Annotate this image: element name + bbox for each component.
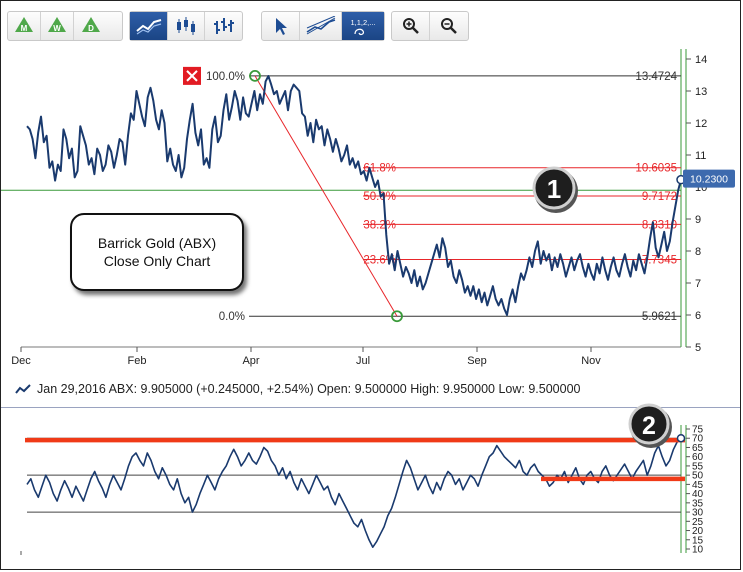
zoom-out-icon [441, 18, 457, 34]
line-chart-button[interactable] [130, 12, 168, 40]
candlestick-icon [177, 17, 195, 35]
badge-1-label: 1 [547, 174, 561, 204]
weekly-icon: W [48, 17, 66, 33]
line-chart-icon [135, 19, 161, 35]
chart-window: M W D 1,1,2,... 5 6 7 8 9 10 11 12 13 14… [0, 0, 741, 570]
drawing-tools-group: 1,1,2,... [261, 11, 385, 41]
candlestick-button[interactable] [168, 12, 205, 40]
daily-button[interactable]: D [74, 12, 107, 40]
x-tick-label: Dec [11, 355, 31, 367]
oscillator-chart[interactable]: 1015202530354045505560657075 2 [1, 401, 741, 570]
daily-icon: D [81, 17, 100, 33]
zoom-in-icon [402, 18, 419, 34]
zoom-in-button[interactable] [392, 12, 430, 40]
callout-line2: Close Only Chart [103, 253, 211, 269]
fibonacci-tool-button[interactable]: 1,1,2,... [342, 12, 384, 40]
x-tick-label: Jul [356, 355, 370, 367]
x-tick-label: Sep [467, 355, 487, 367]
zoom-group [391, 11, 469, 41]
monthly-icon: M [15, 17, 33, 33]
weekly-button[interactable]: W [41, 12, 74, 40]
fib-level-label: 0.0% [219, 311, 245, 323]
x-tick-label: Nov [581, 355, 601, 367]
y-tick-label: 14 [695, 54, 707, 66]
ohlc-bars-icon [213, 18, 234, 34]
delete-icon[interactable] [183, 66, 201, 85]
sub-y-tick-label: 75 [692, 425, 704, 436]
y-tick-label: 12 [695, 118, 707, 130]
fib-value-label: 13.4724 [635, 71, 677, 83]
price-chart[interactable]: 567891011121314Dec Feb Apr Jul Sep Nov 100.0%… [1, 45, 741, 377]
oscillator-last-marker [676, 433, 686, 443]
badge-1: 1 [532, 166, 578, 213]
badge-2-label: 2 [642, 412, 656, 440]
y-tick-label: 11 [695, 150, 706, 162]
x-tick-label: Apr [242, 355, 259, 367]
ohlc-bars-button[interactable] [205, 12, 242, 40]
oscillator-series-line [26, 437, 682, 548]
pointer-icon [275, 18, 287, 35]
current-value-label: 10.2300 [690, 174, 728, 186]
pointer-tool-button[interactable] [262, 12, 300, 40]
y-tick-label: 9 [695, 214, 701, 226]
y-tick-label: 13 [695, 86, 707, 98]
fib-value-label: 9.7172 [642, 191, 677, 203]
svg-text:W: W [53, 24, 61, 33]
svg-text:1,1,2,...: 1,1,2,... [350, 18, 375, 27]
info-bar: Jan 29,2016 ABX: 9.905000 (+0.245000, +2… [1, 377, 740, 401]
y-tick-label: 7 [695, 278, 701, 290]
badge-2: 2 [628, 403, 672, 448]
fib-value-label: 5.9621 [642, 311, 677, 323]
fib-value-label: 10.6035 [635, 163, 677, 175]
monthly-button[interactable]: M [8, 12, 41, 40]
zoom-out-button[interactable] [430, 12, 468, 40]
y-tick-label: 6 [695, 310, 701, 322]
y-tick-label: 5 [695, 342, 701, 354]
chart-type-group [129, 11, 243, 41]
chart-callout: Barrick Gold (ABX) Close Only Chart [70, 213, 244, 291]
fibonacci-icon: 1,1,2,... [350, 18, 376, 36]
trendline-icon [306, 16, 335, 35]
quote-text: Jan 29,2016 ABX: 9.905000 (+0.245000, +2… [37, 382, 581, 396]
fib-level-label: 38.2% [363, 219, 396, 231]
svg-text:M: M [21, 24, 28, 33]
period-group: M W D [7, 11, 123, 41]
fib-level-label: 100.0% [206, 71, 245, 83]
trendline-tool-button[interactable] [300, 12, 342, 40]
y-tick-label: 8 [695, 246, 701, 258]
x-tick-label: Feb [128, 355, 147, 367]
line-chart-icon [15, 384, 31, 394]
callout-line1: Barrick Gold (ABX) [97, 235, 217, 251]
toolbar: M W D 1,1,2,... [1, 1, 740, 45]
svg-text:D: D [88, 24, 94, 33]
